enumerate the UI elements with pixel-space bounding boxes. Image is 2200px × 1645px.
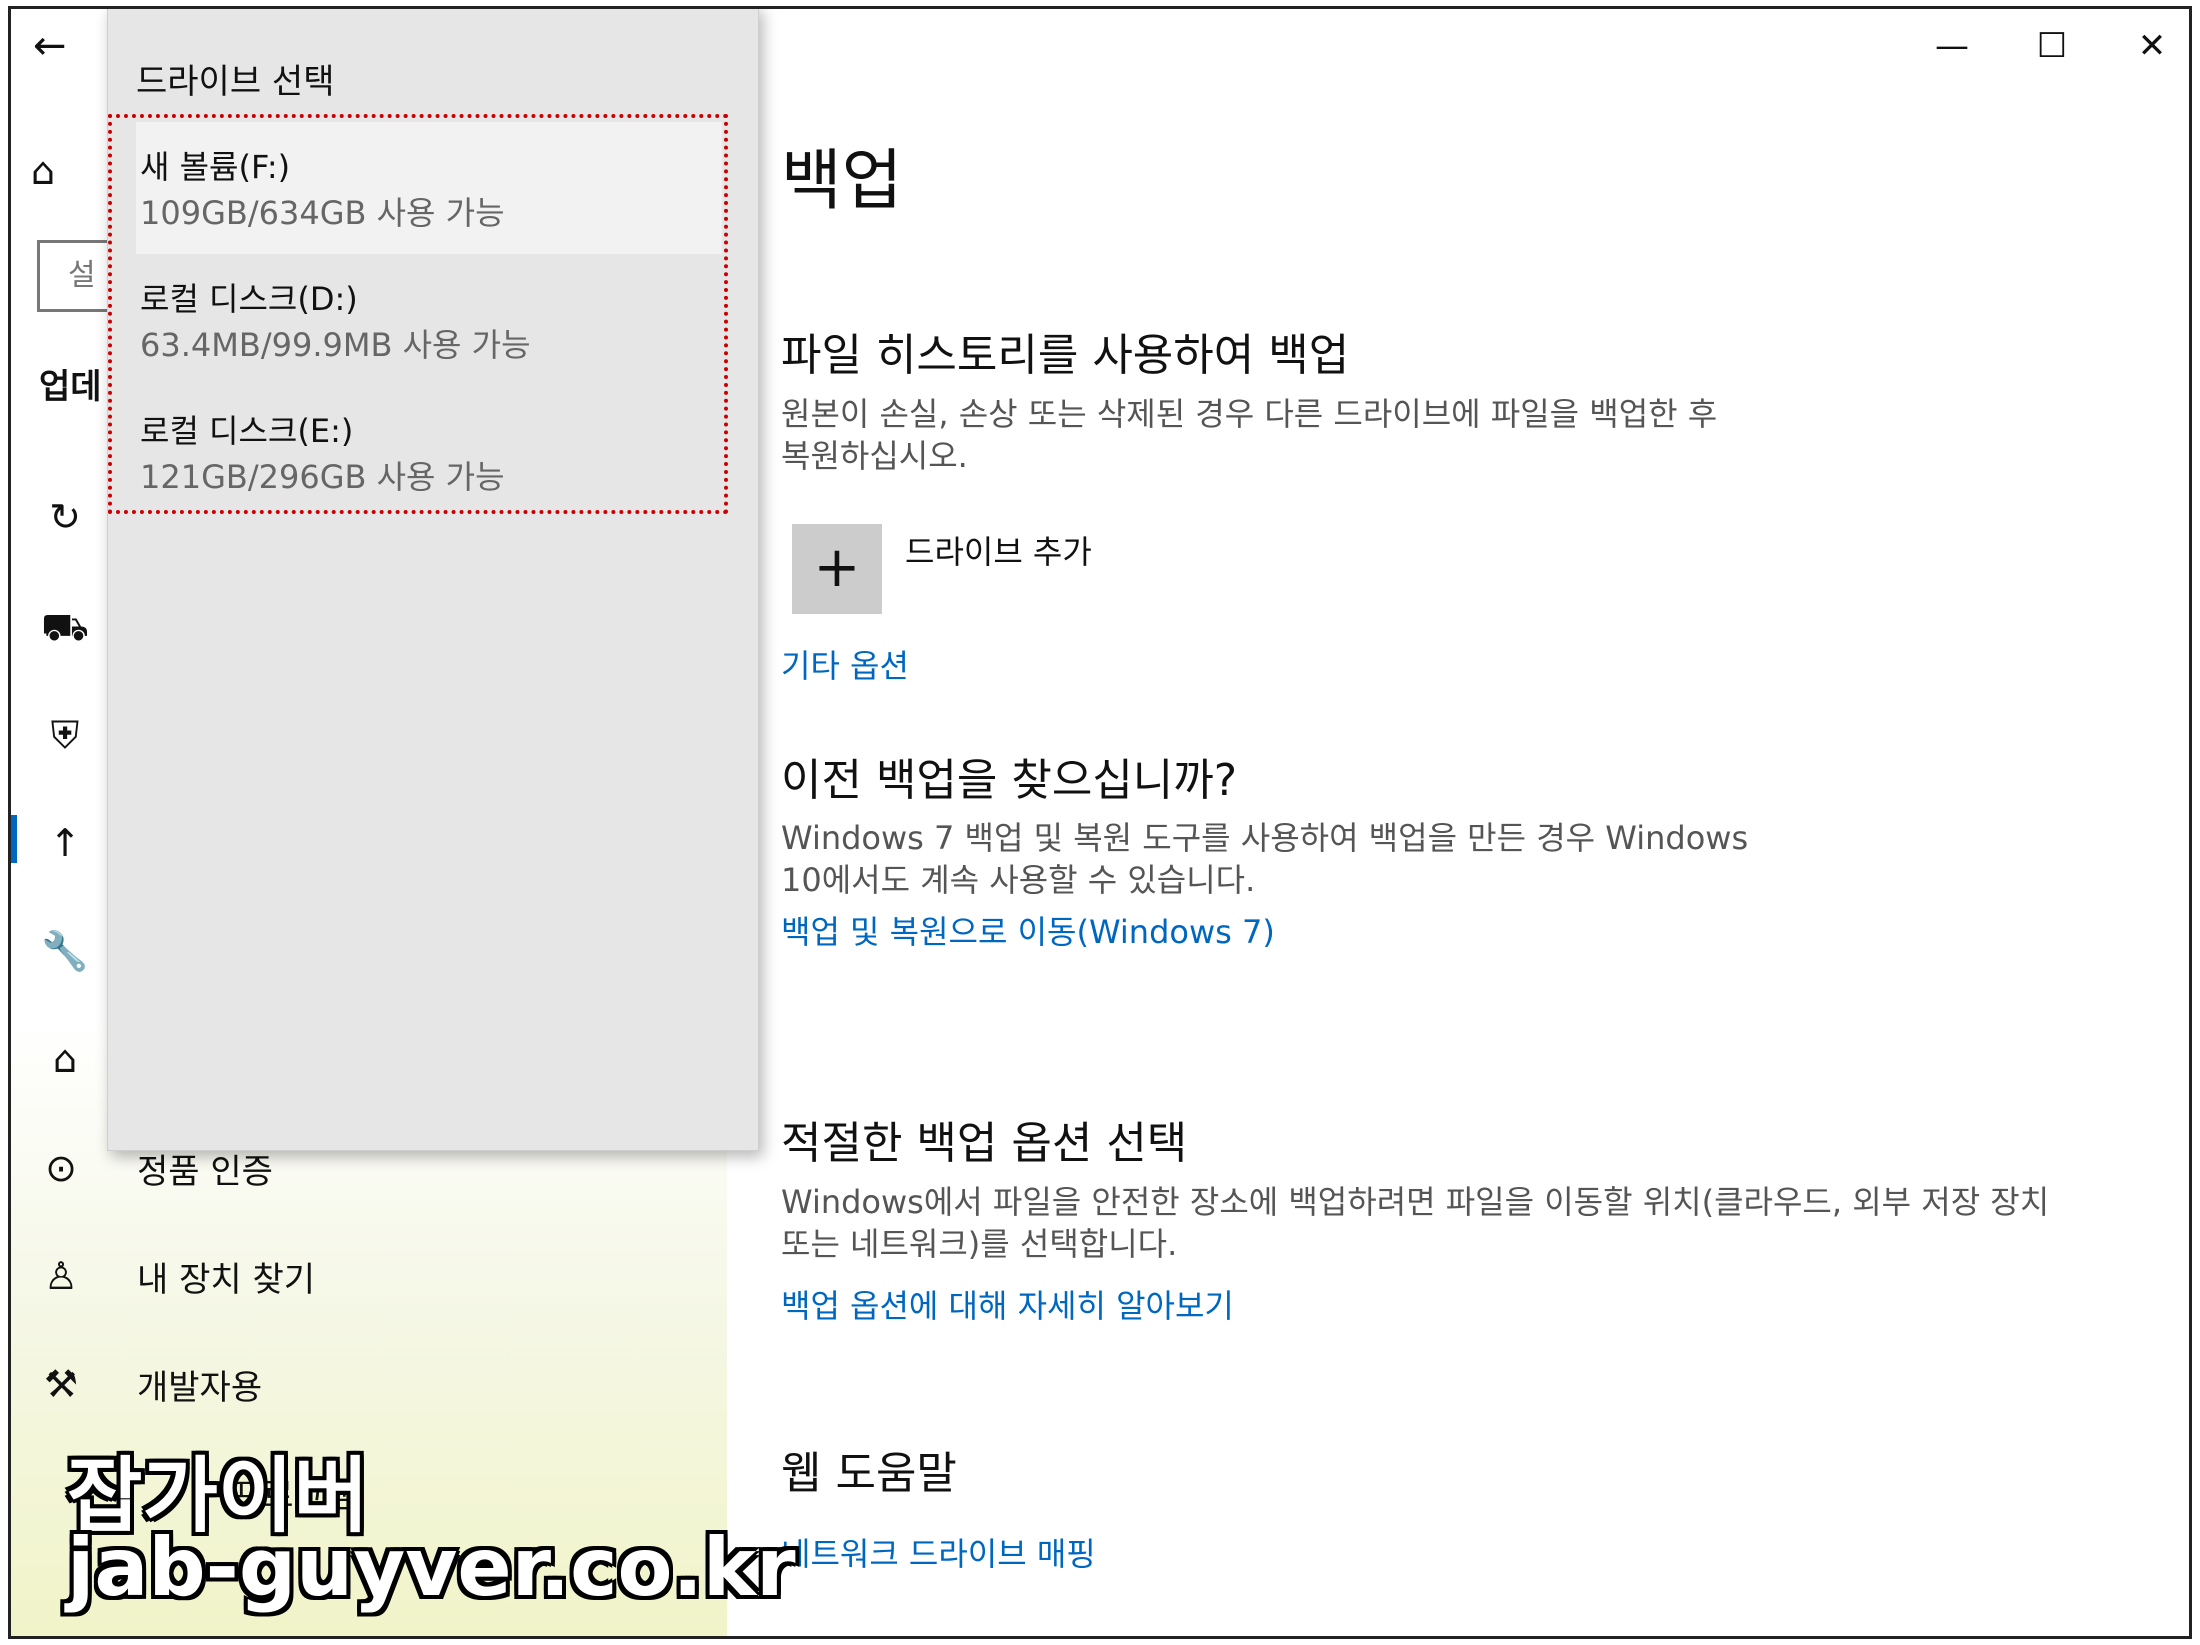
previous-backup-desc-2: 10에서도 계속 사용할 수 있습니다. bbox=[781, 861, 1256, 899]
previous-backup-desc-1: Windows 7 백업 및 복원 도구를 사용하여 백업을 만든 경우 Win… bbox=[781, 819, 1749, 857]
sync-icon[interactable]: ↻ bbox=[35, 489, 95, 545]
drive-space: 63.4MB/99.9MB 사용 가능 bbox=[140, 326, 531, 364]
flyout-title: 드라이브 선택 bbox=[136, 62, 335, 102]
nav-item-label: 개발자용 bbox=[137, 1367, 263, 1408]
drive-name: 새 볼륨(F:) bbox=[140, 148, 291, 186]
file-history-desc-2: 복원하십시오. bbox=[781, 437, 968, 475]
drive-option-d[interactable]: 로컬 디스크(D:) 63.4MB/99.9MB 사용 가능 bbox=[136, 254, 722, 386]
learn-backup-options-link[interactable]: 백업 옵션에 대해 자세히 알아보기 bbox=[781, 1281, 1234, 1327]
page-title: 백업 bbox=[781, 142, 903, 219]
section-title: 업데 bbox=[39, 367, 102, 407]
selected-indicator bbox=[11, 815, 17, 863]
map-network-drive-link[interactable]: 네트워크 드라이브 매핑 bbox=[781, 1529, 1096, 1575]
watermark-url: jab-guyver.co.kr bbox=[67, 1521, 796, 1614]
main-content: 백업 파일 히스토리를 사용하여 백업 원본이 손실, 손상 또는 삭제된 경우… bbox=[781, 9, 2181, 1636]
web-help-heading: 웹 도움말 bbox=[781, 1448, 957, 1499]
person-pin-icon: ♙ bbox=[43, 1254, 79, 1298]
wrench-icon[interactable]: 🔧 bbox=[35, 923, 95, 979]
back-arrow-icon[interactable]: ← bbox=[33, 21, 103, 71]
drive-option-e[interactable]: 로컬 디스크(E:) 121GB/296GB 사용 가능 bbox=[136, 386, 722, 518]
drive-list-highlight: 새 볼륨(F:) 109GB/634GB 사용 가능 로컬 디스크(D:) 63… bbox=[108, 114, 728, 514]
go-to-backup-restore-link[interactable]: 백업 및 복원으로 이동(Windows 7) bbox=[781, 907, 1275, 953]
choose-backup-heading: 적절한 백업 옵션 선택 bbox=[781, 1118, 1188, 1169]
home-icon[interactable]: ⌂ bbox=[31, 149, 91, 199]
add-drive-label[interactable]: 드라이브 추가 bbox=[905, 527, 1092, 573]
add-drive-button[interactable]: + bbox=[792, 524, 882, 614]
drive-option-f[interactable]: 새 볼륨(F:) 109GB/634GB 사용 가능 bbox=[136, 122, 722, 254]
drive-name: 로컬 디스크(D:) bbox=[140, 280, 358, 318]
shield-icon[interactable]: ⛨ bbox=[35, 707, 95, 763]
nav-item-find-my-device[interactable]: ♙ 내 장치 찾기 bbox=[31, 1241, 315, 1311]
file-history-desc-1: 원본이 손실, 손상 또는 삭제된 경우 다른 드라이브에 파일을 백업한 후 bbox=[781, 395, 1718, 433]
nav-item-developers[interactable]: ⚒ 개발자용 bbox=[31, 1349, 262, 1419]
more-options-link[interactable]: 기타 옵션 bbox=[781, 641, 909, 687]
delivery-icon[interactable]: ⛟ bbox=[35, 599, 95, 655]
developer-tools-icon: ⚒ bbox=[43, 1362, 79, 1406]
check-circle-icon: ⊙ bbox=[45, 1146, 77, 1190]
settings-window: ← ⌂ 설 업데 ↻ ⛟ ⛨ ↑ 🔧 ⌂ ⊙ 정품 인증 ♙ 내 장치 찾기 ⚒… bbox=[8, 6, 2192, 1639]
drive-space: 109GB/634GB 사용 가능 bbox=[140, 194, 505, 232]
drive-space: 121GB/296GB 사용 가능 bbox=[140, 458, 505, 496]
previous-backup-heading: 이전 백업을 찾으십니까? bbox=[781, 755, 1238, 806]
choose-backup-desc-1: Windows에서 파일을 안전한 장소에 백업하려면 파일을 이동할 위치(클… bbox=[781, 1183, 2050, 1221]
drive-name: 로컬 디스크(E:) bbox=[140, 412, 354, 450]
recovery-icon[interactable]: ⌂ bbox=[35, 1031, 95, 1087]
file-history-heading: 파일 히스토리를 사용하여 백업 bbox=[781, 330, 1350, 381]
drive-select-flyout: 드라이브 선택 새 볼륨(F:) 109GB/634GB 사용 가능 로컬 디스… bbox=[107, 9, 759, 1151]
backup-upload-icon[interactable]: ↑ bbox=[35, 815, 95, 871]
choose-backup-desc-2: 또는 네트워크)를 선택합니다. bbox=[781, 1225, 1178, 1263]
nav-item-label: 내 장치 찾기 bbox=[137, 1259, 316, 1300]
